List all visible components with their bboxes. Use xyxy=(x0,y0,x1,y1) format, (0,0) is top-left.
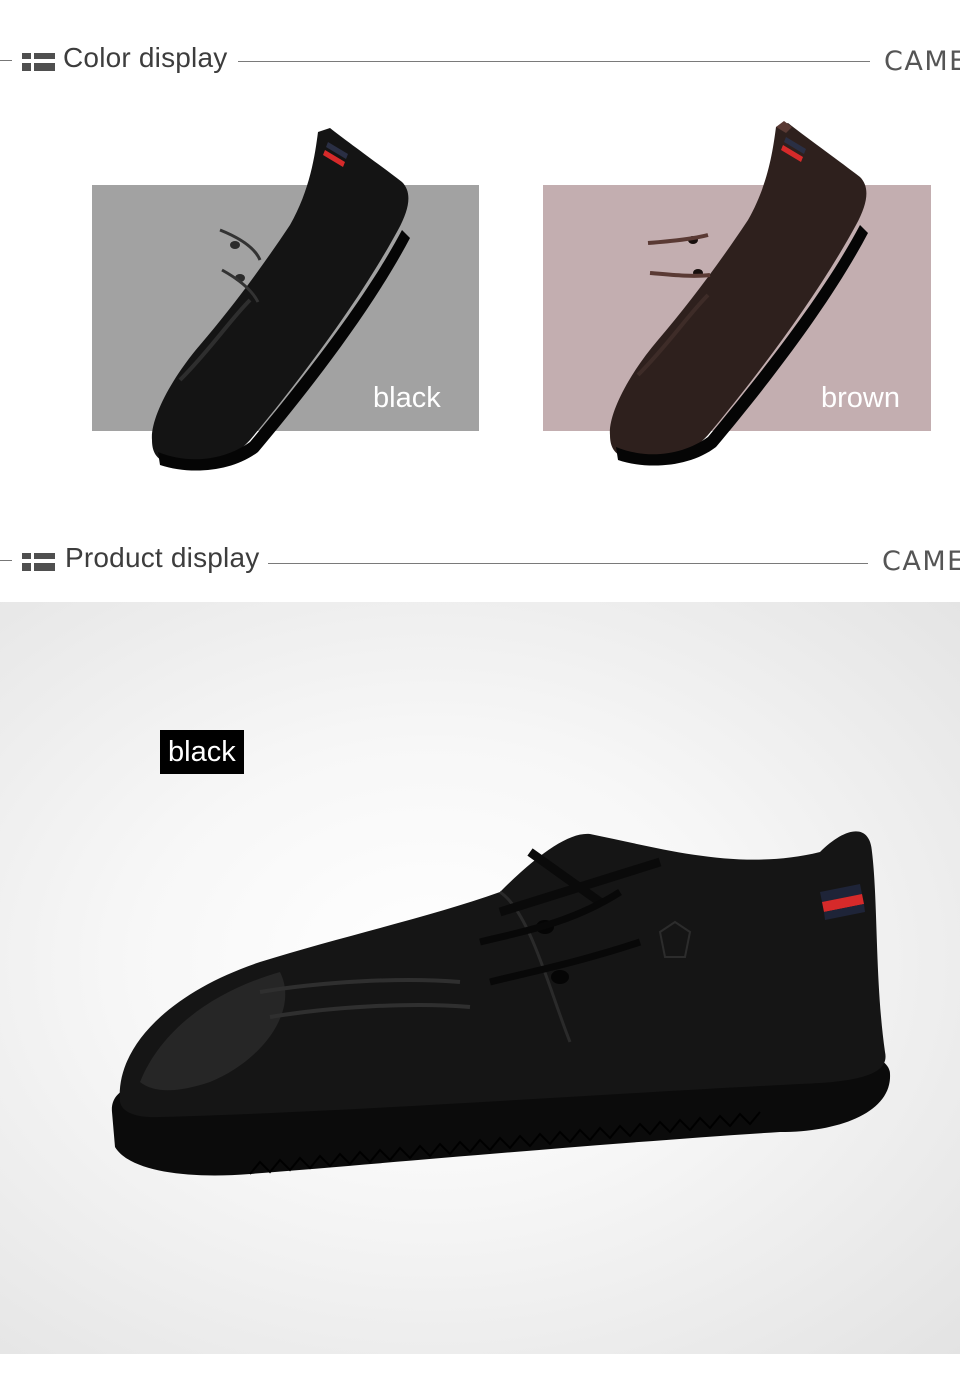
brand-text: CAME xyxy=(882,546,960,577)
list-icon xyxy=(22,551,55,573)
header-divider xyxy=(238,61,870,62)
header-dash xyxy=(0,560,12,561)
shoe-thumbnail-brown xyxy=(609,121,868,466)
section-title: Product display xyxy=(65,542,260,573)
header-divider xyxy=(268,563,868,564)
color-tag: black xyxy=(160,730,244,774)
shoe-product-image xyxy=(111,831,891,1176)
list-icon xyxy=(22,51,55,73)
color-display-header: Color display CAME xyxy=(0,40,960,80)
product-image-panel: black xyxy=(0,602,960,1354)
product-display-header: Product display CAME xyxy=(0,540,960,580)
section-title: Color display xyxy=(63,42,228,73)
shoe-thumbnail-black xyxy=(151,128,410,471)
bottom-strip xyxy=(0,1354,960,1398)
brand-text: CAME xyxy=(884,46,960,77)
header-dash xyxy=(0,60,12,61)
